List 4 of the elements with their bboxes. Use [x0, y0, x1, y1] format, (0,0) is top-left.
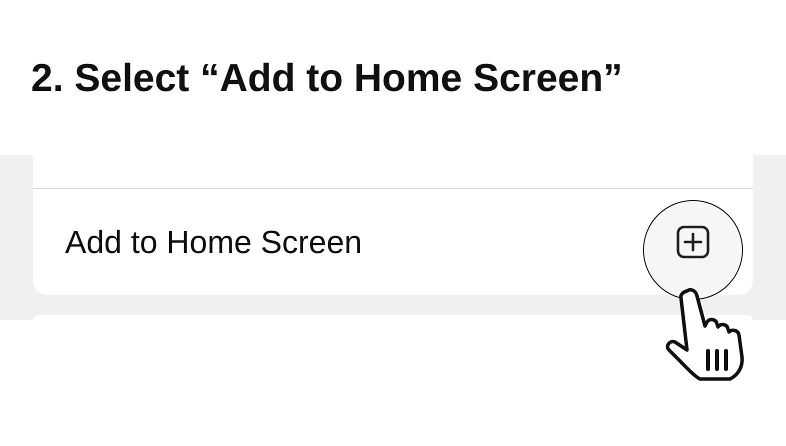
- step-title: 2. Select “Add to Home Screen”: [30, 56, 624, 102]
- menu-item[interactable]: Add to Home Screen: [33, 189, 753, 295]
- pointing-hand-icon: [663, 285, 747, 381]
- add-square-icon: [676, 225, 710, 259]
